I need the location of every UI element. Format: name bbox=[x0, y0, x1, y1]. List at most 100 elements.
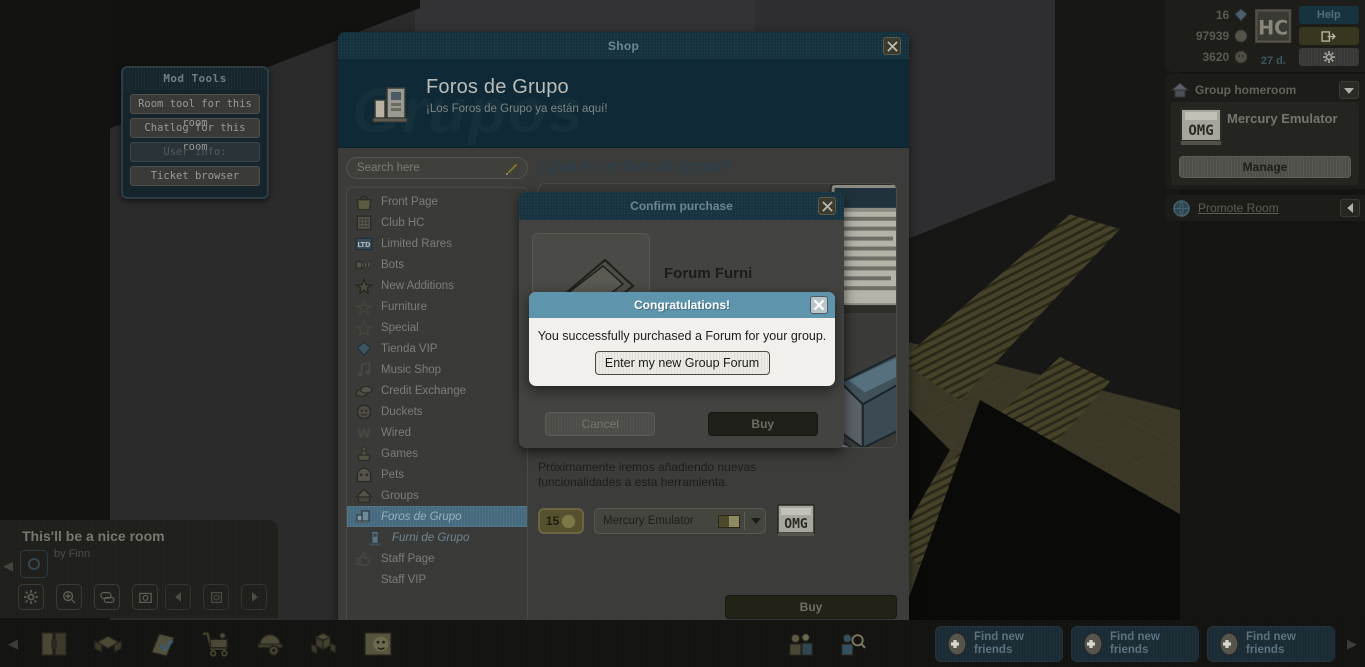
group-home-icon bbox=[1170, 82, 1190, 98]
shop-category-foros-de-grupo[interactable]: Foros de Grupo bbox=[347, 506, 527, 527]
friend-button-line1: Find new bbox=[974, 630, 1024, 643]
shop-cart-icon[interactable] bbox=[194, 624, 238, 664]
shop-titlebar[interactable]: Shop bbox=[338, 32, 909, 60]
shop-sidebar: Front Page Club HC LTD Limited Rares Bots New… bbox=[338, 148, 530, 627]
shop-category-staff-page[interactable]: Staff Page bbox=[347, 548, 527, 569]
chevron-down-icon[interactable] bbox=[1339, 81, 1359, 99]
close-icon[interactable] bbox=[810, 296, 828, 314]
mod-tools-chatlog-button[interactable]: Chatlog for this room bbox=[130, 118, 260, 153]
shop-category-limited-rares[interactable]: LTD Limited Rares bbox=[347, 233, 527, 254]
congratulations-titlebar[interactable]: Congratulations! bbox=[529, 292, 835, 318]
shop-category-label: Groups bbox=[381, 489, 419, 502]
toolbar-left-group: ◀ bbox=[0, 624, 400, 664]
mod-tools-room-tool-button[interactable]: Room tool for this room bbox=[130, 94, 260, 129]
shop-category-games[interactable]: Games bbox=[347, 443, 527, 464]
enter-group-forum-button[interactable]: Enter my new Group Forum bbox=[594, 351, 770, 375]
hud-duckets-row[interactable]: 3620 bbox=[1175, 46, 1248, 67]
mod-tools-ticket-browser-button[interactable]: Ticket browser bbox=[130, 166, 260, 186]
shop-category-bots[interactable]: Bots bbox=[347, 254, 527, 275]
group-select[interactable]: Mercury Emulator bbox=[594, 508, 766, 534]
find-new-friends-button[interactable]: Find new friends bbox=[935, 625, 1063, 662]
room-settings-icon[interactable] bbox=[18, 584, 44, 610]
shop-category-duckets[interactable]: Duckets bbox=[347, 401, 527, 422]
shop-category-credit-exchange[interactable]: Credit Exchange bbox=[347, 380, 527, 401]
globe-icon bbox=[1173, 199, 1190, 217]
search-input[interactable] bbox=[347, 162, 497, 174]
shop-banner-text: Foros de Grupo ¡Los Foros de Grupo ya es… bbox=[426, 76, 608, 115]
shop-category-special[interactable]: Special bbox=[347, 317, 527, 338]
room-nav-buttons bbox=[165, 584, 267, 610]
chevron-right-icon[interactable]: ▶ bbox=[1343, 636, 1361, 652]
shop-category-label: Furni de Grupo bbox=[392, 531, 470, 544]
shop-category-furni-de-grupo[interactable]: Furni de Grupo bbox=[347, 527, 527, 548]
shop-category-list: Front Page Club HC LTD Limited Rares Bots New… bbox=[346, 187, 528, 625]
joystick-icon bbox=[354, 445, 374, 462]
shop-category-club-hc[interactable]: Club HC bbox=[347, 212, 527, 233]
shop-category-groups[interactable]: Groups bbox=[347, 485, 527, 506]
find-new-friends-button[interactable]: Find new friends bbox=[1207, 625, 1335, 662]
chevron-left-icon[interactable]: ◀ bbox=[4, 636, 22, 652]
room-prev-icon[interactable] bbox=[165, 584, 191, 610]
star-outline-icon bbox=[354, 318, 374, 337]
room-thumbnail[interactable] bbox=[20, 550, 48, 578]
search-box[interactable] bbox=[346, 157, 528, 179]
gear-icon[interactable] bbox=[1298, 48, 1359, 66]
chevron-down-icon[interactable] bbox=[744, 512, 761, 530]
shop-category-staff-vip[interactable]: Staff VIP bbox=[347, 569, 527, 590]
shop-category-music-shop[interactable]: Music Shop bbox=[347, 359, 527, 380]
shop-category-pets[interactable]: Pets bbox=[347, 464, 527, 485]
close-icon[interactable] bbox=[818, 197, 836, 215]
hud-credits-row[interactable]: 97939 bbox=[1175, 25, 1248, 46]
close-icon[interactable] bbox=[883, 37, 901, 55]
promote-room-link[interactable]: Promote Room bbox=[1198, 201, 1332, 215]
helmet-tools-icon[interactable] bbox=[248, 624, 292, 664]
shop-category-new-additions[interactable]: New Additions bbox=[347, 275, 527, 296]
confirm-purchase-titlebar[interactable]: Confirm purchase bbox=[519, 192, 844, 220]
shop-category-label: Special bbox=[381, 321, 419, 334]
hud-diamonds-row[interactable]: 16 bbox=[1175, 4, 1248, 25]
room-zoom-icon[interactable] bbox=[56, 584, 82, 610]
avatar-face-icon[interactable] bbox=[356, 624, 400, 664]
shop-category-tienda-vip[interactable]: Tienda VIP bbox=[347, 338, 527, 359]
find-new-friends-button[interactable]: Find new friends bbox=[1071, 625, 1199, 662]
confirm-buy-button[interactable]: Buy bbox=[707, 412, 818, 436]
shop-category-label: Wired bbox=[381, 426, 412, 439]
navigator-icon[interactable] bbox=[32, 624, 76, 664]
shop-category-front-page[interactable]: Front Page bbox=[347, 191, 527, 212]
catalogue-icon[interactable] bbox=[140, 624, 184, 664]
chevron-left-icon[interactable]: ◀ bbox=[3, 558, 13, 574]
svg-text:W: W bbox=[357, 426, 371, 440]
friend-button-line2: friends bbox=[974, 643, 1013, 656]
coins-icon bbox=[354, 383, 374, 399]
room-builder-icon[interactable] bbox=[302, 624, 346, 664]
group-panel-body: OMG Mercury Emulator Manage bbox=[1171, 102, 1359, 185]
pencil-icon[interactable] bbox=[504, 161, 520, 177]
shop-category-furniture[interactable]: Furniture bbox=[347, 296, 527, 317]
music-note-icon bbox=[354, 361, 374, 378]
room-tool-buttons bbox=[18, 584, 158, 610]
hud-hc-block[interactable]: HC 27 d. bbox=[1254, 4, 1292, 68]
room-home-icon[interactable] bbox=[203, 584, 229, 610]
shop-category-label: New Additions bbox=[381, 279, 454, 292]
wired-icon: W bbox=[354, 425, 374, 441]
room-chat-icon[interactable] bbox=[94, 584, 120, 610]
hc-badge-icon: HC bbox=[1254, 9, 1292, 48]
exit-icon[interactable] bbox=[1298, 27, 1359, 45]
price-badge: 15 bbox=[538, 508, 584, 534]
room-camera-icon[interactable] bbox=[132, 584, 158, 610]
inventory-icon[interactable] bbox=[86, 624, 130, 664]
hud-duckets-value: 3620 bbox=[1202, 49, 1230, 64]
friends-group-icon[interactable] bbox=[780, 624, 824, 664]
shop-category-wired[interactable]: W Wired bbox=[347, 422, 527, 443]
friend-search-icon[interactable] bbox=[830, 624, 874, 664]
cancel-button[interactable]: Cancel bbox=[545, 412, 656, 436]
help-button[interactable]: Help bbox=[1298, 6, 1359, 24]
chevron-left-icon[interactable] bbox=[1340, 199, 1360, 217]
thumbsup-icon bbox=[354, 551, 374, 567]
mod-tools-user-info-button[interactable]: User info: bbox=[130, 142, 260, 162]
mod-tools-title: Mod Tools bbox=[123, 68, 267, 90]
room-next-icon[interactable] bbox=[241, 584, 267, 610]
shop-buy-button[interactable]: Buy bbox=[725, 595, 897, 619]
gem-icon bbox=[354, 340, 374, 357]
manage-group-button[interactable]: Manage bbox=[1179, 156, 1351, 178]
